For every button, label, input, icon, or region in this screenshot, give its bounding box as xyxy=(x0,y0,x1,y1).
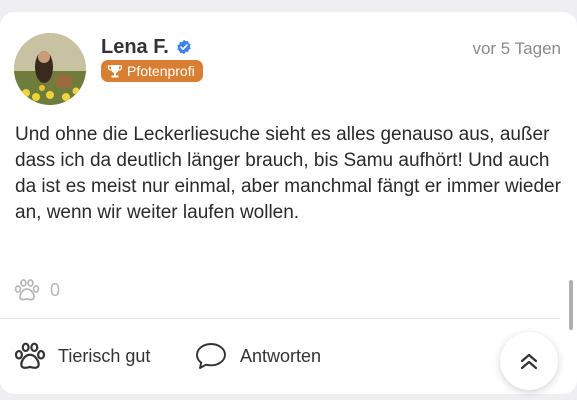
like-button[interactable]: Tierisch gut xyxy=(14,340,150,372)
reply-button[interactable]: Antworten xyxy=(194,340,321,372)
post-card: Lena F. Pfotenprofi vor 5 Tagen Und ohne… xyxy=(0,12,577,394)
double-chevron-up-icon xyxy=(520,353,538,370)
post-timestamp: vor 5 Tagen xyxy=(472,39,561,58)
paw-reaction-count[interactable]: 0 xyxy=(14,277,60,303)
speech-bubble-icon xyxy=(196,343,226,369)
post-text: Und ohne die Leckerliesuche sieht es all… xyxy=(15,124,561,223)
scroll-to-top-button[interactable] xyxy=(500,332,558,390)
badge-label: Pfotenprofi xyxy=(127,63,195,79)
reply-button-label: Antworten xyxy=(240,345,322,366)
status-badge: Pfotenprofi xyxy=(101,60,203,82)
paw-icon xyxy=(14,279,40,301)
trophy-icon xyxy=(107,65,123,78)
like-button-label: Tierisch gut xyxy=(58,345,151,366)
author-name[interactable]: Lena F. xyxy=(101,36,169,59)
verified-check-icon xyxy=(177,39,191,55)
paw-count-value: 0 xyxy=(50,279,61,300)
scrollbar[interactable] xyxy=(569,280,573,330)
avatar[interactable] xyxy=(14,33,86,105)
paw-icon xyxy=(14,342,46,369)
divider xyxy=(0,318,560,319)
